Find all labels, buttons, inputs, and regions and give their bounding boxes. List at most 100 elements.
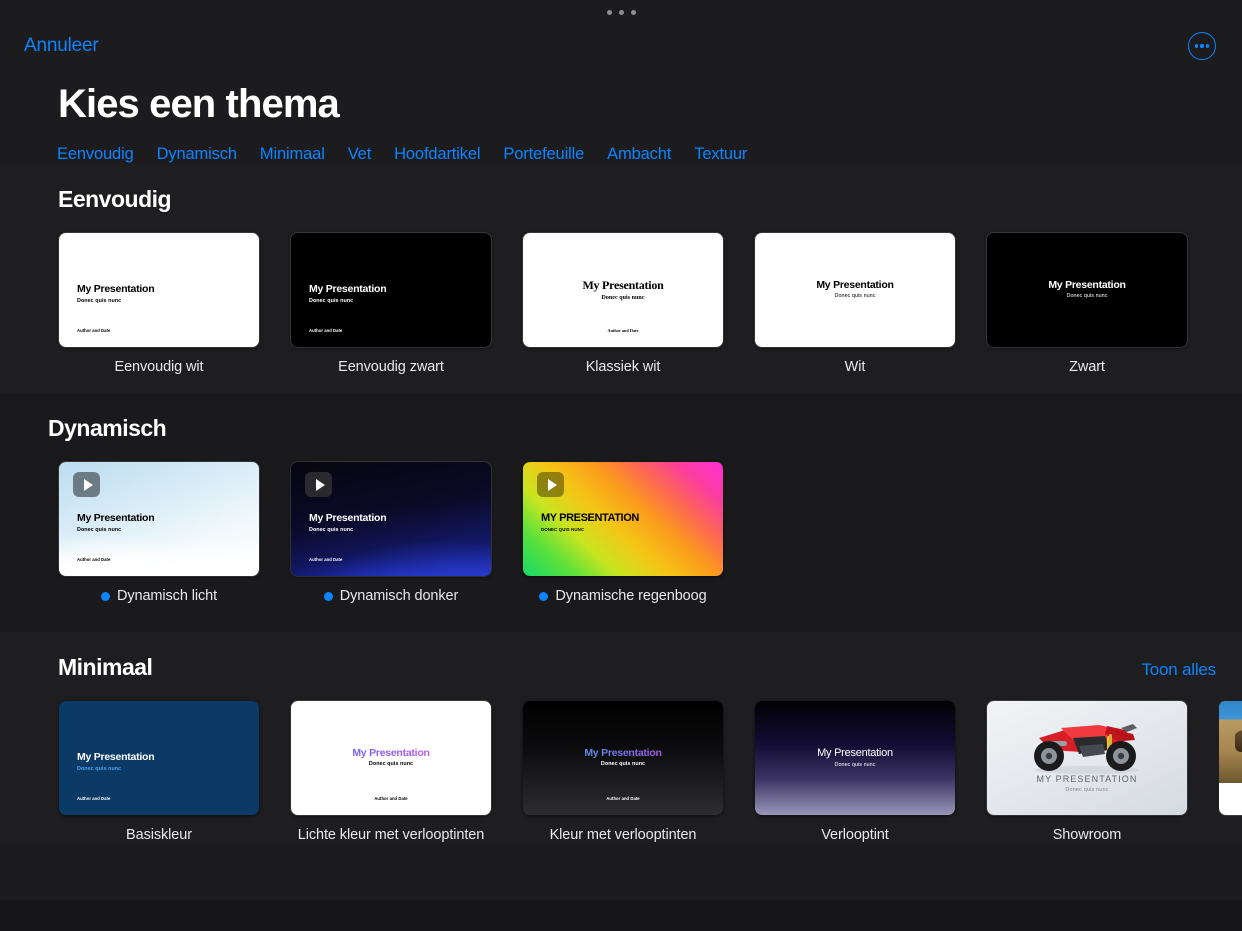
download-dot-icon [323,591,333,601]
theme-thumbnail-eenvoudig-zwart[interactable]: My Presentation Donec quis nunc Author a… [291,233,491,347]
theme-cell[interactable]: My Presentation Donec quis nunc Author a… [523,233,723,375]
theme-name: Basiskleur [126,827,192,843]
theme-cell-partial[interactable] [1219,701,1242,843]
slide-subtitle: Donec quis nunc [368,761,414,768]
download-dot-icon [100,591,110,601]
theme-caption: Lichte kleur met verlooptinten [291,827,491,843]
slide-footer: Author and Date [374,796,408,802]
theme-thumbnail-dynamische-regenboog[interactable]: MY PRESENTATION DONEC QUIS NUNC [523,462,723,576]
theme-cell[interactable]: My Presentation Donec quis nunc Author a… [59,233,259,375]
play-icon [537,472,564,498]
slide-title: My Presentation [291,747,491,759]
tab-minimaal[interactable]: Minimaal [260,145,348,164]
slide-footer-block: Author and Date [77,557,110,562]
slide-footer-block: Author and Date [77,796,110,801]
tab-hoofdartikel[interactable]: Hoofdartikel [394,145,503,164]
play-icon [73,472,100,498]
theme-cell[interactable]: MY PRESENTATION Donec quis nunc Showroom [987,701,1187,843]
slide-footer: Author and Date [77,328,111,334]
theme-row[interactable]: My Presentation Donec quis nunc Author a… [0,213,1242,375]
theme-name: Wit [844,359,866,375]
theme-thumbnail-eenvoudig-wit[interactable]: My Presentation Donec quis nunc Author a… [59,233,259,347]
theme-cell[interactable]: My Presentation Donec quis nunc Author a… [291,233,491,375]
theme-thumbnail-basiskleur[interactable]: My Presentation Donec quis nunc Author a… [59,701,259,815]
slide-footer-block: Author and Date [309,557,342,562]
slide-footer: Author and Date [77,557,111,563]
theme-cell[interactable]: My Presentation Donec quis nunc Author a… [59,462,259,604]
theme-cell[interactable]: My Presentation Donec quis nunc Zwart [987,233,1187,375]
cancel-button[interactable]: Annuleer [24,35,99,57]
theme-thumbnail-dynamisch-donker[interactable]: My Presentation Donec quis nunc Author a… [291,462,491,576]
theme-thumbnail-wit[interactable]: My Presentation Donec quis nunc [755,233,955,347]
slide-title: My Presentation [523,747,723,759]
slide-title: MY PRESENTATION [1036,773,1138,784]
tab-vet[interactable]: Vet [348,145,394,164]
slide-footer: Author and Date [309,328,343,334]
theme-name: Dynamische regenboog [555,588,707,604]
theme-thumbnail-dynamisch-licht[interactable]: My Presentation Donec quis nunc Author a… [59,462,259,576]
tab-textuur[interactable]: Textuur [694,145,770,164]
theme-thumbnail-partial[interactable] [1219,701,1242,815]
show-all-button[interactable]: Toon alles [1141,660,1216,680]
theme-thumbnail-zwart[interactable]: My Presentation Donec quis nunc [987,233,1187,347]
theme-cell[interactable]: My Presentation Donec quis nunc Author a… [523,701,723,843]
slide-footer-block: Author and Date [291,796,491,801]
slide-title: MY PRESENTATION [541,512,639,525]
slide-title: My Presentation [309,283,387,296]
play-icon [305,472,332,498]
slide-subtitle: DONEC QUIS NUNC [541,527,585,533]
theme-name: Showroom [1052,827,1122,843]
bottom-strip [0,900,1242,931]
page-title: Kies een thema [58,82,340,126]
theme-cell[interactable]: My Presentation Donec quis nunc Author a… [59,701,259,843]
theme-thumbnail-lichte-kleur[interactable]: My Presentation Donec quis nunc Author a… [291,701,491,815]
theme-cell[interactable]: MY PRESENTATION DONEC QUIS NUNC Dynamisc… [523,462,723,604]
slide-subtitle: Donec quis nunc [309,297,354,304]
theme-caption: Eenvoudig zwart [291,359,491,375]
theme-name: Dynamisch licht [116,588,218,604]
theme-row[interactable]: My Presentation Donec quis nunc Author a… [0,681,1242,843]
theme-cell[interactable]: My Presentation Donec quis nunc Wit [755,233,955,375]
ellipsis-circle-icon[interactable] [1188,32,1216,60]
theme-thumbnail-klassiek-wit[interactable]: My Presentation Donec quis nunc Author a… [523,233,723,347]
tab-eenvoudig[interactable]: Eenvoudig [57,145,157,164]
theme-name: Eenvoudig zwart [338,359,444,375]
slide-title-block: My Presentation Donec quis nunc [291,747,491,768]
architecture-photo [1219,701,1242,784]
theme-cell[interactable]: My Presentation Donec quis nunc Author a… [291,701,491,843]
slide-footer: Author and Date [606,796,640,802]
tab-portefeuille[interactable]: Portefeuille [503,145,607,164]
download-dot-icon [539,591,549,601]
slide-title-block: My Presentation Donec quis nunc [77,283,155,304]
slide-subtitle: Donec quis nunc [77,526,122,533]
slide-title-block: My Presentation Donec quis nunc [77,512,155,533]
slide-subtitle: Donec quis nunc [834,761,876,768]
slide-title: My Presentation [817,746,893,759]
slide-subtitle: Donec quis nunc [77,297,122,304]
slide-title: My Presentation [1048,278,1126,291]
sheet-grabber-icon[interactable] [606,9,636,15]
theme-thumbnail-kleur-verlooptinten[interactable]: My Presentation Donec quis nunc Author a… [523,701,723,815]
section-header: Minimaal Toon alles [0,632,1242,681]
grabber-dot [618,9,624,15]
grabber-dot [606,9,612,15]
slide-title-block: My Presentation Donec quis nunc [523,747,723,768]
theme-caption: Kleur met verlooptinten [523,827,723,843]
theme-name: Dynamisch donker [339,588,459,604]
section-title: Minimaal [58,654,153,680]
tab-ambacht[interactable]: Ambacht [607,145,694,164]
slide-subtitle: Donec quis nunc [309,526,354,533]
theme-thumbnail-showroom[interactable]: MY PRESENTATION Donec quis nunc [987,701,1187,815]
sheet-grabber-bar[interactable] [0,0,1242,24]
tab-dynamisch[interactable]: Dynamisch [157,145,260,164]
theme-cell[interactable]: My Presentation Donec quis nunc Verloopt… [755,701,955,843]
slide-footer: Author and Date [309,557,343,563]
theme-caption: Klassiek wit [523,359,723,375]
section-title: Dynamisch [48,415,167,441]
theme-cell[interactable]: My Presentation Donec quis nunc Author a… [291,462,491,604]
theme-thumbnail-verlooptint[interactable]: My Presentation Donec quis nunc [755,701,955,815]
slide-title: My Presentation [816,278,894,291]
theme-caption: Showroom [987,827,1187,843]
section-title: Eenvoudig [58,186,172,212]
theme-row[interactable]: My Presentation Donec quis nunc Author a… [0,442,1242,604]
